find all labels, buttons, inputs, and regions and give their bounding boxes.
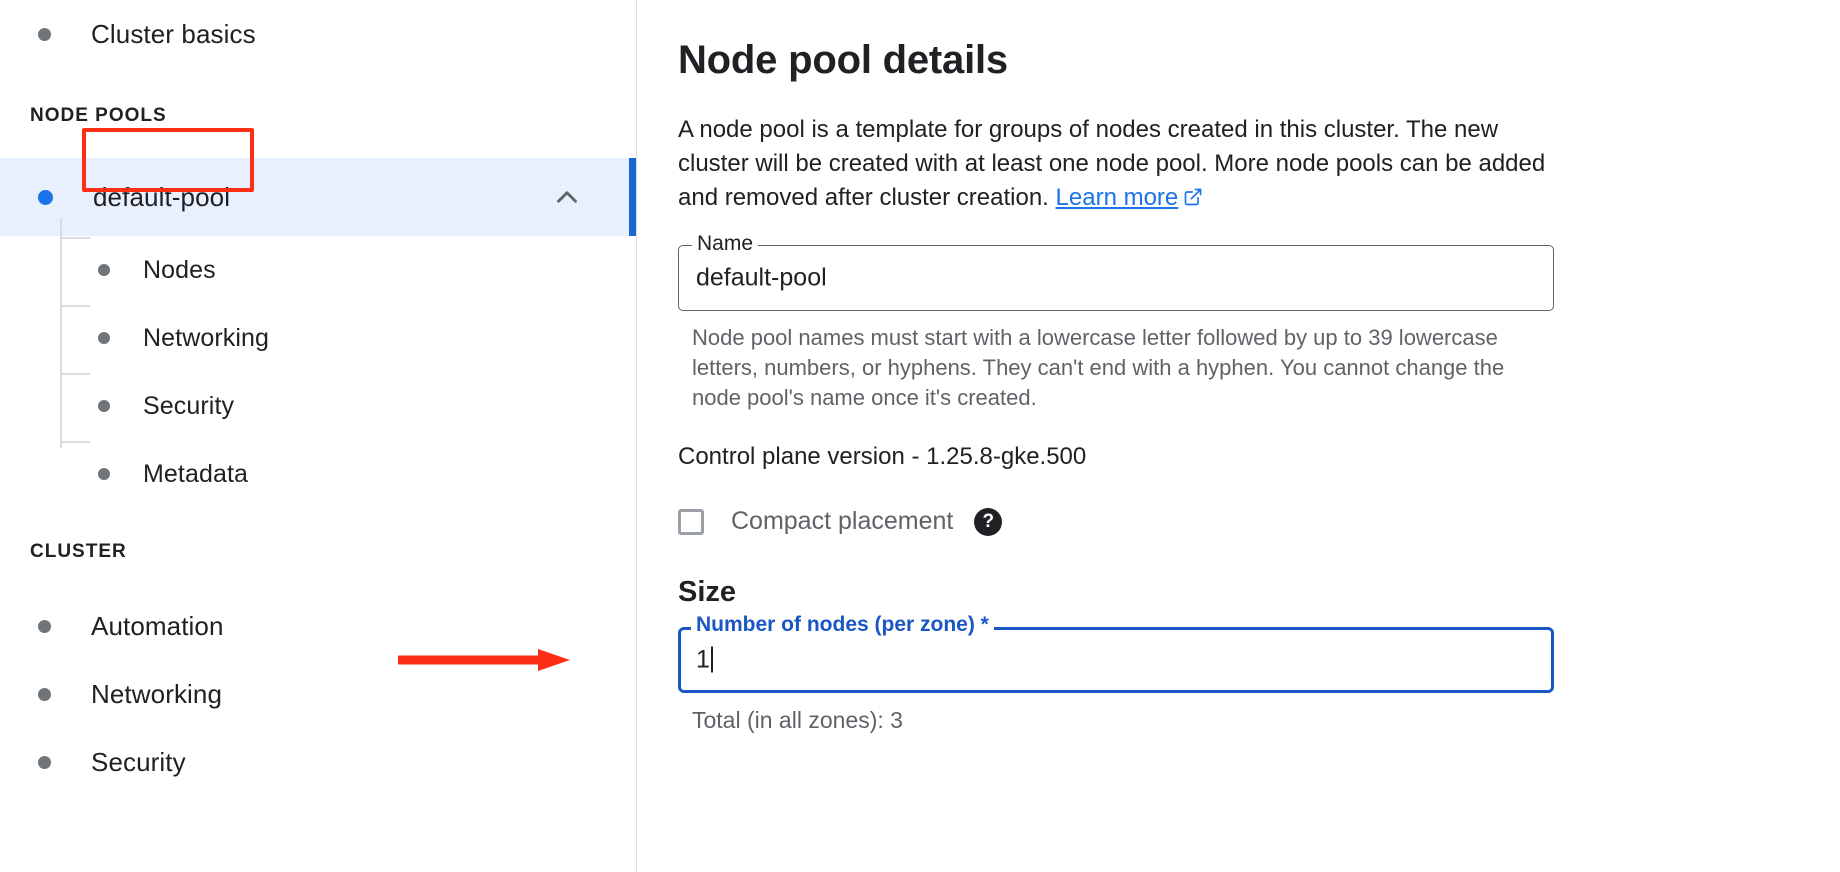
sidebar-item-label: Nodes — [143, 256, 216, 285]
selected-indicator-bar — [629, 158, 636, 236]
bullet-icon — [98, 468, 110, 480]
total-nodes-text: Total (in all zones): 3 — [692, 707, 1840, 734]
number-of-nodes-outline — [678, 627, 1554, 693]
bullet-icon — [98, 264, 110, 276]
control-plane-version-text: Control plane version - 1.25.8-gke.500 — [678, 443, 1840, 471]
sidebar-item-metadata[interactable]: Metadata — [0, 440, 636, 508]
size-section-title: Size — [678, 576, 1840, 609]
bullet-icon — [38, 620, 51, 633]
name-field-label: Name — [692, 233, 758, 255]
sidebar-item-label: Security — [91, 747, 186, 778]
sidebar-item-cluster-basics[interactable]: Cluster basics — [0, 0, 636, 68]
learn-more-link[interactable]: Learn more — [1056, 184, 1179, 211]
gke-create-cluster-screen: Cluster basics NODE POOLS default-pool N… — [0, 0, 1840, 872]
bullet-icon — [38, 756, 51, 769]
sidebar-item-label: Networking — [91, 679, 222, 710]
sidebar-item-label: Security — [143, 392, 234, 421]
compact-placement-label: Compact placement — [731, 507, 953, 536]
bullet-icon — [98, 332, 110, 344]
number-of-nodes-input[interactable]: 1 — [696, 646, 713, 675]
sidebar-item-label: Cluster basics — [91, 19, 256, 50]
sidebar-item-cluster-security[interactable]: Security — [0, 728, 636, 796]
name-helper-text: Node pool names must start with a lowerc… — [692, 323, 1522, 413]
sidebar-item-label: Metadata — [143, 460, 248, 489]
sidebar-item-nodes[interactable]: Nodes — [0, 236, 636, 304]
sidebar-section-cluster: CLUSTER — [0, 532, 636, 572]
bullet-icon — [98, 400, 110, 412]
bullet-active-icon — [38, 190, 53, 205]
page-title: Node pool details — [678, 38, 1840, 83]
page-description: A node pool is a template for groups of … — [678, 113, 1558, 217]
wizard-sidebar: Cluster basics NODE POOLS default-pool N… — [0, 0, 637, 872]
name-field[interactable]: Name default-pool — [678, 245, 1554, 311]
sidebar-item-label: Automation — [91, 611, 224, 642]
bullet-icon — [38, 688, 51, 701]
name-input[interactable]: default-pool — [696, 264, 827, 293]
compact-placement-checkbox[interactable] — [678, 509, 704, 535]
text-caret — [711, 647, 713, 673]
annotation-arrow — [398, 648, 570, 672]
sidebar-item-pool-networking[interactable]: Networking — [0, 304, 636, 372]
sidebar-item-default-pool[interactable]: default-pool — [0, 158, 636, 236]
sidebar-item-label: default-pool — [93, 182, 230, 213]
help-circle-icon[interactable]: ? — [974, 508, 1002, 536]
compact-placement-row[interactable]: Compact placement ? — [678, 507, 1840, 536]
chevron-up-icon[interactable] — [550, 180, 584, 214]
number-of-nodes-field[interactable]: Number of nodes (per zone) * 1 — [678, 627, 1554, 693]
bullet-icon — [38, 28, 51, 41]
number-of-nodes-value: 1 — [696, 646, 710, 674]
external-link-icon[interactable] — [1183, 183, 1203, 217]
sidebar-item-pool-security[interactable]: Security — [0, 372, 636, 440]
number-of-nodes-label: Number of nodes (per zone) * — [691, 614, 994, 636]
sidebar-section-node-pools: NODE POOLS — [0, 96, 636, 136]
sidebar-item-label: Networking — [143, 324, 269, 353]
main-content-panel: Node pool details A node pool is a templ… — [638, 0, 1840, 872]
